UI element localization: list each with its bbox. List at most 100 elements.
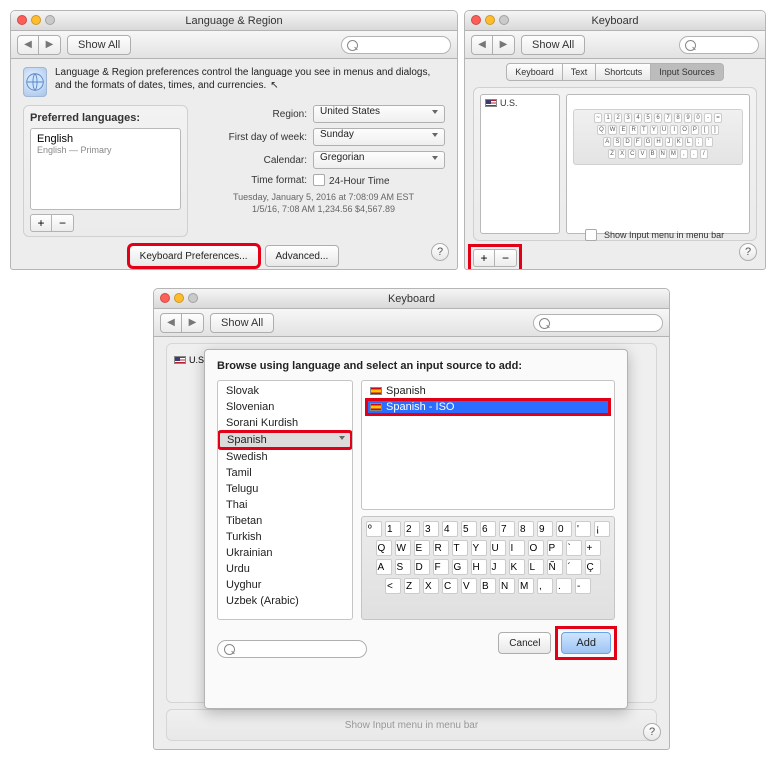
help-button[interactable]: ? [739,243,757,261]
tab-keyboard[interactable]: Keyboard [506,63,563,81]
help-button[interactable]: ? [643,723,661,741]
window-controls[interactable] [471,15,509,25]
list-item[interactable]: Spanish - ISO [366,399,610,415]
add-button[interactable]: Add [561,632,611,654]
zoom-icon[interactable] [45,15,55,25]
nav-segment[interactable]: ◀ ▶ [17,35,61,55]
show-input-menu-checkbox[interactable] [585,229,597,241]
language-list[interactable]: SlovakSlovenianSorani KurdishSpanishSwed… [217,380,353,620]
list-item[interactable]: Slovak [218,383,352,399]
help-button[interactable]: ? [431,243,449,261]
zoom-icon[interactable] [499,15,509,25]
time-format-label: Time format: [202,175,307,186]
zoom-icon[interactable] [188,293,198,303]
nav-segment[interactable]: ◀ ▶ [160,313,204,333]
24hour-checkbox[interactable] [313,174,325,186]
tab-bar[interactable]: Keyboard Text Shortcuts Input Sources [465,63,765,81]
show-all-button[interactable]: Show All [67,35,131,55]
titlebar[interactable]: Keyboard [154,289,669,309]
input-source-options-list[interactable]: SpanishSpanish - ISO [361,380,615,510]
list-item[interactable]: Spanish [218,431,352,449]
calendar-select[interactable]: Gregorian [313,151,445,169]
forward-button[interactable]: ▶ [182,313,204,333]
24hour-label: 24-Hour Time [329,176,390,187]
cursor-icon: ↖ [270,80,278,93]
titlebar[interactable]: Keyboard [465,11,765,31]
list-item[interactable]: Tamil [218,465,352,481]
back-button[interactable]: ◀ [160,313,182,333]
nav-segment[interactable]: ◀ ▶ [471,35,515,55]
show-all-button[interactable]: Show All [210,313,274,333]
list-item[interactable]: Tibetan [218,513,352,529]
list-item[interactable]: U.S. [485,98,555,108]
search-input[interactable] [341,36,451,54]
intro-text-span: Language & Region preferences control th… [55,67,430,91]
keyboard-window: Keyboard ◀ ▶ Show All Keyboard Text Shor… [464,10,766,270]
keyboard-preview: ~1234567890-=QWERTYUIOP[]ASDFGHJKL;'ZXCV… [566,94,750,234]
sheet-prompt: Browse using language and select an inpu… [217,360,615,372]
list-item[interactable]: Thai [218,497,352,513]
forward-button[interactable]: ▶ [39,35,61,55]
back-button[interactable]: ◀ [471,35,493,55]
list-item[interactable]: Uzbek (Arabic) [218,593,352,609]
region-select[interactable]: United States [313,105,445,123]
forward-button[interactable]: ▶ [493,35,515,55]
background-source-item: U.S. [174,355,207,365]
advanced-button[interactable]: Advanced... [265,245,340,267]
list-item[interactable]: Urdu [218,561,352,577]
back-button[interactable]: ◀ [17,35,39,55]
remove-language-button[interactable]: − [52,214,74,232]
add-input-source-sheet: Browse using language and select an inpu… [204,349,628,709]
list-item[interactable]: Uyghur [218,577,352,593]
close-icon[interactable] [17,15,27,25]
preferred-languages-list[interactable]: English English — Primary [30,128,181,210]
add-language-button[interactable]: + [30,214,52,232]
list-item[interactable]: Ukrainian [218,545,352,561]
window-title: Keyboard [591,15,638,27]
keyboard-layout: ~1234567890-=QWERTYUIOP[]ASDFGHJKL;'ZXCV… [573,109,743,165]
show-all-button[interactable]: Show All [521,35,585,55]
first-day-of-week-select[interactable]: Sunday [313,128,445,146]
cancel-button[interactable]: Cancel [498,632,551,654]
source-label: U.S. [500,98,518,108]
add-remove-segment[interactable]: + − [30,214,74,232]
add-source-button[interactable]: + [473,249,495,267]
list-item[interactable]: Sorani Kurdish [218,415,352,431]
list-item[interactable]: Spanish [366,383,610,399]
search-input[interactable] [217,640,367,658]
close-icon[interactable] [471,15,481,25]
keyboard-preferences-button[interactable]: Keyboard Preferences... [129,245,259,267]
titlebar[interactable]: Language & Region [11,11,457,31]
list-item[interactable]: Swedish [218,449,352,465]
sample-text: Tuesday, January 5, 2016 at 7:08:09 AM E… [202,192,445,215]
list-item-sub: English — Primary [37,145,174,155]
preferred-languages-label: Preferred languages: [30,112,181,124]
close-icon[interactable] [160,293,170,303]
search-input[interactable] [533,314,663,332]
window-title: Keyboard [388,293,435,305]
search-input[interactable] [679,36,759,54]
window-controls[interactable] [17,15,55,25]
tab-input-sources[interactable]: Input Sources [651,63,724,81]
toolbar: ◀ ▶ Show All [465,31,765,59]
input-source-list[interactable]: U.S. [480,94,560,234]
tab-shortcuts[interactable]: Shortcuts [596,63,651,81]
add-remove-segment[interactable]: + − [473,249,517,267]
tab-text[interactable]: Text [563,63,597,81]
list-item[interactable]: English [37,133,174,145]
region-label: Region: [202,109,307,120]
minimize-icon[interactable] [485,15,495,25]
flag-es-icon [370,403,382,411]
list-item[interactable]: Slovenian [218,399,352,415]
flag-us-icon [174,356,186,364]
minimize-icon[interactable] [174,293,184,303]
list-item[interactable]: Turkish [218,529,352,545]
minimize-icon[interactable] [31,15,41,25]
show-input-menu-row[interactable]: Show Input menu in menu bar [585,229,724,241]
show-input-menu-bar-dim: Show Input menu in menu bar [166,709,657,741]
toolbar: ◀ ▶ Show All [154,309,669,337]
remove-source-button[interactable]: − [495,249,517,267]
list-item[interactable]: Telugu [218,481,352,497]
window-controls[interactable] [160,293,198,303]
flag-us-icon [485,99,497,107]
